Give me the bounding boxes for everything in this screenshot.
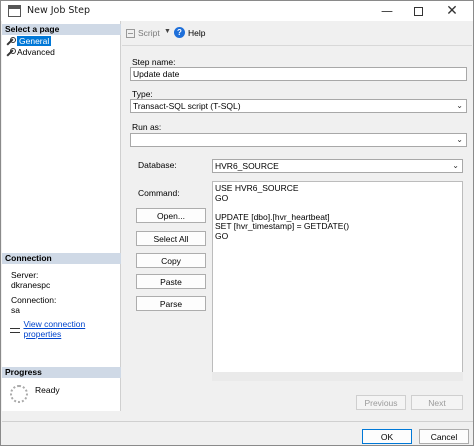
view-connection-properties-link[interactable]: View connection properties	[23, 319, 120, 339]
toolbar: Script ▼ ? Help	[122, 25, 472, 43]
wrench-icon	[5, 47, 16, 57]
help-label: Help	[188, 27, 206, 38]
progress-status: Ready	[35, 385, 60, 395]
type-label: Type:	[132, 89, 153, 99]
window-app-icon	[8, 5, 21, 17]
close-icon: ✕	[446, 3, 458, 19]
script-label: Script	[138, 28, 160, 38]
database-label: Database:	[138, 160, 177, 170]
database-select-value: HVR6_SOURCE	[215, 161, 279, 171]
chevron-down-icon: ⌄	[456, 135, 463, 144]
toolbar-separator	[122, 45, 472, 46]
type-select-value: Transact-SQL script (T-SQL)	[133, 101, 241, 111]
minimize-icon: —	[381, 4, 393, 18]
previous-button[interactable]: Previous	[356, 395, 406, 410]
connection-properties-icon	[10, 325, 21, 334]
help-button[interactable]: ? Help	[174, 27, 205, 38]
command-textarea[interactable]: USE HVR6_SOURCE GO UPDATE [dbo].[hvr_hea…	[212, 181, 463, 381]
select-page-header: Select a page	[2, 24, 121, 35]
connection-value: sa	[11, 305, 20, 315]
page-item-label: General	[17, 36, 52, 46]
page-item-label: Advanced	[17, 47, 55, 57]
chevron-down-icon: ⌄	[452, 161, 459, 170]
step-name-label: Step name:	[132, 57, 176, 67]
progress-header: Progress	[2, 367, 121, 378]
window-title: New Job Step	[27, 5, 91, 16]
script-icon	[126, 28, 135, 38]
command-horizontal-scrollbar[interactable]	[212, 372, 463, 381]
parse-button[interactable]: Parse	[136, 296, 206, 311]
open-button[interactable]: Open...	[136, 208, 206, 223]
close-button[interactable]: ✕	[437, 1, 467, 21]
maximize-button[interactable]	[403, 1, 433, 21]
connection-label: Connection:	[11, 295, 57, 305]
progress-spinner-icon	[10, 385, 28, 403]
minimize-button[interactable]: —	[372, 1, 402, 21]
help-icon: ?	[174, 27, 185, 38]
run-as-label: Run as:	[132, 122, 162, 132]
database-select[interactable]: HVR6_SOURCE ⌄	[212, 159, 463, 173]
title-bar: New Job Step — ✕	[1, 1, 473, 21]
run-as-select[interactable]: ⌄	[130, 133, 467, 147]
server-label: Server:	[11, 270, 39, 280]
page-item-general[interactable]: General	[5, 36, 52, 46]
connection-header: Connection	[2, 253, 121, 264]
chevron-down-icon: ⌄	[456, 101, 463, 110]
cancel-button[interactable]: Cancel	[419, 429, 469, 444]
paste-button[interactable]: Paste	[136, 274, 206, 289]
ok-button[interactable]: OK	[362, 429, 412, 444]
wrench-icon	[5, 36, 16, 46]
step-name-input[interactable]: Update date	[130, 67, 467, 81]
view-connection-row[interactable]: View connection properties	[10, 319, 120, 339]
command-label: Command:	[138, 188, 180, 198]
server-value: dkranespc	[11, 280, 51, 290]
script-dropdown-arrow-icon[interactable]: ▼	[164, 28, 171, 35]
page-item-advanced[interactable]: Advanced	[5, 47, 55, 57]
maximize-icon	[413, 6, 423, 16]
script-button[interactable]: Script	[126, 28, 160, 38]
type-select[interactable]: Transact-SQL script (T-SQL) ⌄	[130, 99, 467, 113]
new-job-step-window: New Job Step — ✕ Select a page General A…	[0, 0, 474, 446]
left-pane: Select a page General Advanced Connectio…	[2, 21, 121, 411]
select-all-button[interactable]: Select All	[136, 231, 206, 246]
next-button[interactable]: Next	[411, 395, 463, 410]
footer-divider	[2, 421, 473, 422]
copy-button[interactable]: Copy	[136, 253, 206, 268]
